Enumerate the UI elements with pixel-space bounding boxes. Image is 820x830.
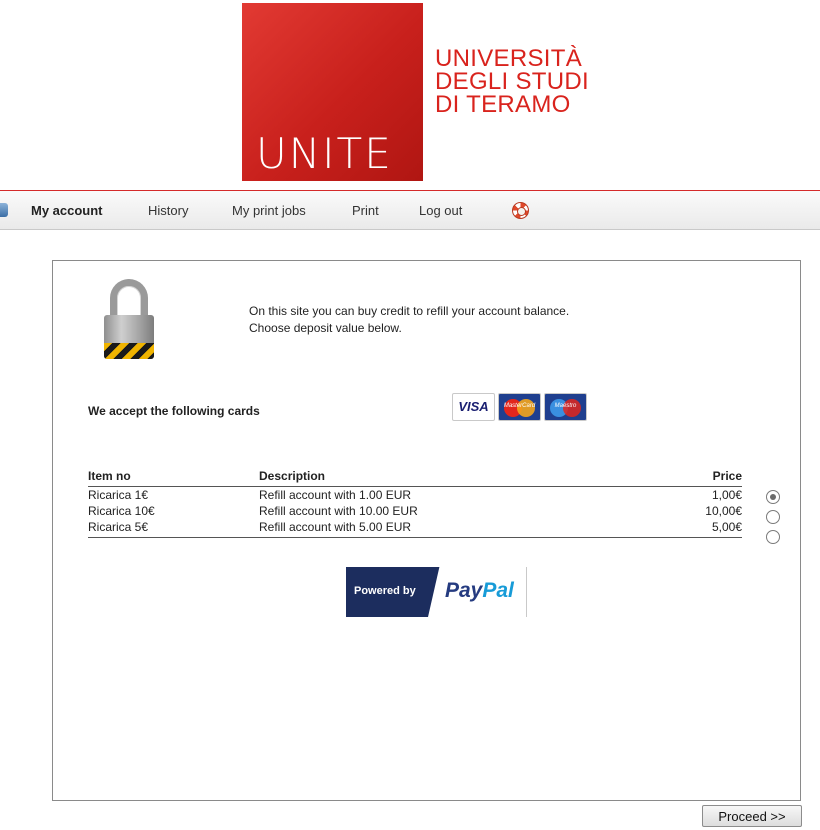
table-row[interactable]: Ricarica 1€ Refill account with 1.00 EUR… (88, 487, 742, 503)
nav-my-account[interactable]: My account (31, 203, 103, 218)
table-footer-rule (88, 537, 742, 538)
row-item-no: Ricarica 1€ (88, 488, 149, 502)
intro-line-2: Choose deposit value below. (249, 321, 402, 335)
university-logo: UNITE UNIVERSITÀ DEGLI STUDI DI TERAMO (242, 3, 604, 181)
select-ricarica-1-radio[interactable] (766, 490, 780, 504)
header-price: Price (712, 469, 742, 483)
logo-red-block: UNITE (242, 3, 423, 181)
paypal-logo-pal: Pal (482, 579, 514, 602)
header-item-no: Item no (88, 469, 131, 483)
logo-mark: UNITE (256, 129, 393, 178)
row-description: Refill account with 5.00 EUR (259, 520, 412, 534)
powered-by-paypal-badge: Powered by PayPal (346, 567, 527, 617)
logo-line-1: UNIVERSITÀ (435, 45, 583, 72)
maestro-label: Maestro (554, 403, 577, 409)
intro-line-1: On this site you can buy credit to refil… (249, 304, 570, 318)
logo-line-2: DEGLI STUDI (435, 68, 589, 95)
paypal-divider (526, 567, 527, 617)
header-description: Description (259, 469, 326, 483)
row-description: Refill account with 1.00 EUR (259, 488, 412, 502)
home-icon[interactable] (0, 203, 8, 217)
nav-my-print-jobs[interactable]: My print jobs (232, 203, 306, 218)
logo-line-3: DI TERAMO (435, 91, 571, 118)
select-ricarica-10-radio[interactable] (766, 510, 780, 524)
proceed-button[interactable]: Proceed >> (702, 805, 802, 827)
main-navigation: My account History My print jobs Print L… (0, 190, 820, 230)
refill-panel: On this site you can buy credit to refil… (52, 260, 801, 801)
padlock-icon (104, 279, 154, 359)
row-price: 1,00€ (711, 488, 742, 502)
nav-print[interactable]: Print (352, 203, 379, 218)
row-item-no: Ricarica 5€ (88, 520, 149, 534)
paypal-logo-pay: Pay (445, 579, 483, 602)
powered-by-label: Powered by (354, 585, 416, 597)
lifebuoy-icon[interactable] (512, 202, 529, 219)
visa-card-icon: VISA (452, 393, 495, 421)
padlock-hazard-stripes (104, 343, 154, 359)
table-row[interactable]: Ricarica 10€ Refill account with 10.00 E… (88, 503, 742, 519)
table-header: Item no Description Price (88, 465, 742, 487)
row-price: 10,00€ (705, 504, 742, 518)
nav-history[interactable]: History (148, 203, 188, 218)
table-row[interactable]: Ricarica 5€ Refill account with 5.00 EUR… (88, 519, 742, 535)
accepted-cards-label: We accept the following cards (88, 404, 260, 418)
logo-wordmark: UNIVERSITÀ DEGLI STUDI DI TERAMO (435, 45, 589, 118)
nav-log-out[interactable]: Log out (419, 203, 462, 218)
maestro-icon: Maestro (544, 393, 587, 421)
row-description: Refill account with 10.00 EUR (259, 504, 418, 518)
row-item-no: Ricarica 10€ (88, 504, 155, 518)
paypal-logo: PayPal (445, 579, 514, 603)
row-price: 5,00€ (711, 520, 742, 534)
mastercard-label: MasterCard (503, 403, 536, 409)
mastercard-icon: MasterCard (498, 393, 541, 421)
intro-text: On this site you can buy credit to refil… (249, 303, 569, 337)
deposit-items-table: Item no Description Price Ricarica 1€ Re… (88, 465, 742, 538)
select-ricarica-5-radio[interactable] (766, 530, 780, 544)
